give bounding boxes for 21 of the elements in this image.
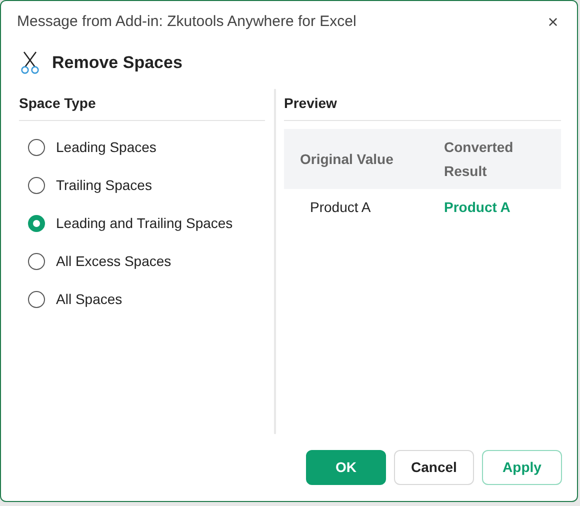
option-label: Leading and Trailing Spaces [56, 214, 233, 233]
column-header: Original Value [299, 150, 394, 169]
section-title: Space Type [19, 94, 96, 113]
option-label: Leading Spaces [56, 138, 156, 157]
radio-button[interactable] [28, 176, 45, 194]
radio-button[interactable] [28, 252, 45, 270]
option-label: All Spaces [56, 290, 122, 309]
column-header: Converted Result [443, 138, 514, 181]
dialog-heading: Remove Spaces [52, 52, 182, 74]
option-label: All Excess Spaces [56, 252, 172, 271]
table-cell-text: Product A [443, 198, 510, 216]
option-label: Trailing Spaces [56, 176, 152, 195]
table-cell-text: Product A [309, 198, 372, 216]
scissors-icon [20, 51, 40, 75]
section-title: Preview [284, 94, 337, 113]
close-button[interactable]: × [543, 12, 563, 32]
radio-button[interactable] [28, 290, 45, 308]
radio-button[interactable] [28, 138, 45, 156]
cancel-button[interactable]: Cancel [394, 450, 474, 485]
window-title: Message from Add-in: Zkutools Anywhere for Excel [17, 12, 356, 32]
radio-button[interactable] [28, 214, 45, 232]
